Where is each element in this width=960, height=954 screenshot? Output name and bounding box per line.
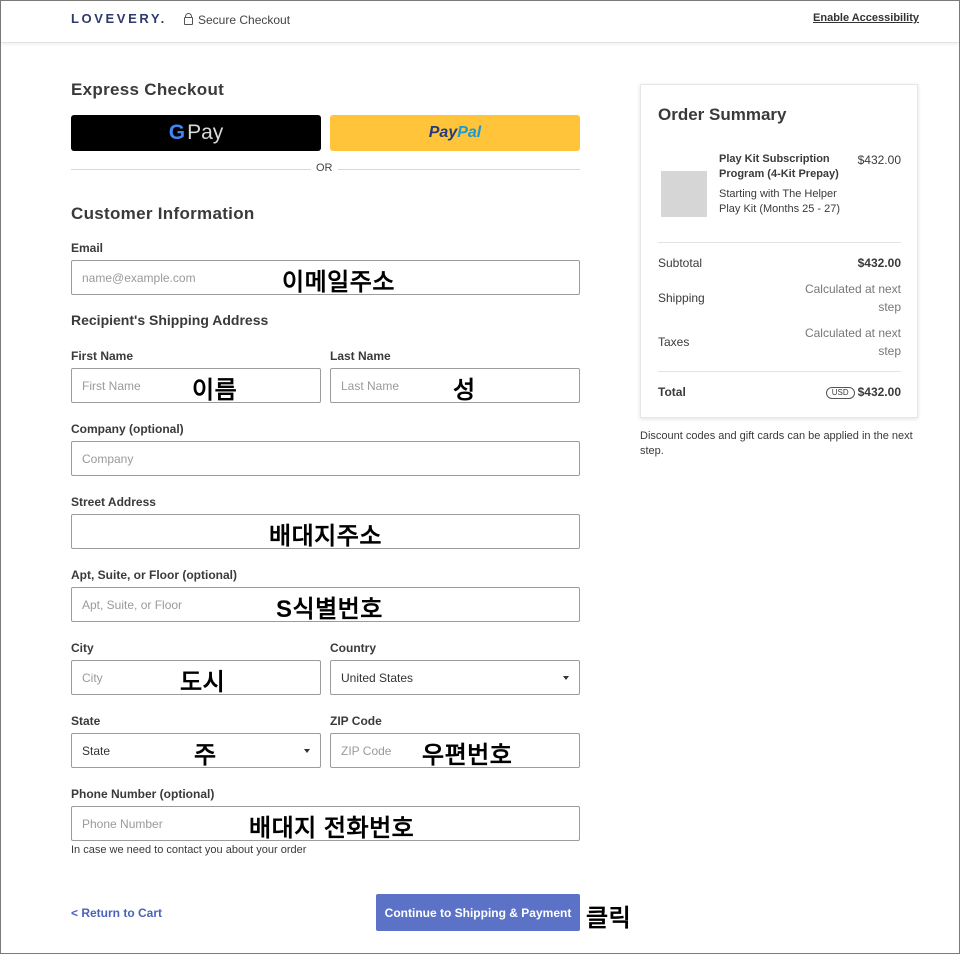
product-price: $432.00	[857, 153, 901, 167]
order-summary-heading: Order Summary	[658, 105, 787, 124]
state-value: State	[82, 744, 111, 758]
express-checkout-heading: Express Checkout	[71, 80, 225, 99]
summary-divider	[658, 371, 901, 372]
country-select[interactable]: United States	[330, 660, 580, 695]
site-header: LOVEVERY. Secure Checkout Enable Accessi…	[1, 1, 959, 43]
continue-to-shipping-button[interactable]: Continue to Shipping & Payment	[376, 894, 580, 931]
dropdown-caret-icon	[304, 749, 310, 753]
product-subtitle: Starting with The Helper Play Kit (Month…	[719, 188, 841, 215]
enable-accessibility-link[interactable]: Enable Accessibility	[813, 12, 919, 24]
paypal-button[interactable]: Pay Pal	[330, 115, 580, 151]
first-name-annotation: 이름	[192, 377, 238, 404]
lovevery-logo[interactable]: LOVEVERY.	[71, 11, 167, 26]
google-g-icon: G	[168, 121, 186, 144]
subtotal-value: $432.00	[857, 256, 901, 270]
total-value: USD $432.00	[825, 385, 901, 400]
paypal-logo-pay: Pay	[428, 124, 458, 141]
last-name-placeholder: Last Name	[341, 379, 400, 393]
order-summary-panel: Order Summary Play Kit Subscription Prog…	[640, 84, 918, 418]
discount-note: Discount codes and gift cards can be app…	[640, 430, 913, 457]
company-field[interactable]: Company	[71, 441, 580, 476]
google-pay-button[interactable]: G Pay	[71, 115, 321, 151]
summary-divider	[658, 242, 901, 243]
apt-placeholder: Apt, Suite, or Floor	[82, 598, 183, 612]
shipping-value: Calculated at next step	[804, 282, 901, 314]
total-label: Total	[658, 385, 686, 399]
taxes-label: Taxes	[658, 335, 690, 349]
shipping-label: Shipping	[658, 291, 705, 305]
country-label: Country	[330, 641, 376, 655]
phone-label: Phone Number (optional)	[71, 787, 215, 801]
or-text: OR	[311, 162, 338, 174]
secure-checkout-label: Secure Checkout	[184, 13, 290, 27]
paypal-logo-pal: Pal	[457, 124, 482, 141]
google-pay-label: Pay	[187, 121, 224, 144]
state-label: State	[71, 714, 101, 728]
secure-checkout-text: Secure Checkout	[198, 13, 291, 27]
dropdown-caret-icon	[563, 676, 569, 680]
zip-annotation: 우편번호	[422, 742, 513, 769]
city-annotation: 도시	[180, 669, 226, 696]
phone-annotation: 배대지 전화번호	[249, 815, 415, 842]
apt-annotation: S식별번호	[276, 596, 383, 623]
phone-hint: In case we need to contact you about you…	[71, 844, 307, 856]
city-placeholder: City	[82, 671, 103, 685]
customer-information-heading: Customer Information	[71, 204, 255, 223]
street-address-label: Street Address	[71, 495, 156, 509]
subtotal-label: Subtotal	[658, 256, 703, 270]
currency-badge: USD	[825, 387, 855, 399]
first-name-label: First Name	[71, 349, 134, 363]
lock-icon	[184, 13, 193, 25]
email-placeholder: name@example.com	[82, 271, 196, 285]
company-placeholder: Company	[82, 452, 134, 466]
country-value: United States	[341, 671, 414, 685]
taxes-value: Calculated at next step	[804, 326, 901, 358]
city-label: City	[71, 641, 94, 655]
last-name-annotation: 성	[453, 377, 476, 404]
product-name: Play Kit Subscription Program (4-Kit Pre…	[719, 153, 839, 180]
shipping-address-heading: Recipient's Shipping Address	[71, 312, 269, 328]
zip-placeholder: ZIP Code	[341, 744, 392, 758]
first-name-placeholder: First Name	[82, 379, 141, 393]
state-annotation: 주	[194, 742, 217, 769]
last-name-label: Last Name	[330, 349, 391, 363]
continue-annotation: 클릭	[586, 905, 632, 932]
street-address-annotation: 배대지주소	[269, 523, 382, 550]
apt-label: Apt, Suite, or Floor (optional)	[71, 568, 237, 582]
product-thumbnail	[661, 171, 707, 217]
total-amount: $432.00	[857, 385, 901, 399]
zip-label: ZIP Code	[330, 714, 382, 728]
phone-placeholder: Phone Number	[82, 817, 163, 831]
email-annotation: 이메일주소	[282, 269, 395, 296]
company-label: Company (optional)	[71, 422, 184, 436]
return-to-cart-link[interactable]: < Return to Cart	[71, 906, 162, 920]
email-label: Email	[71, 241, 104, 255]
